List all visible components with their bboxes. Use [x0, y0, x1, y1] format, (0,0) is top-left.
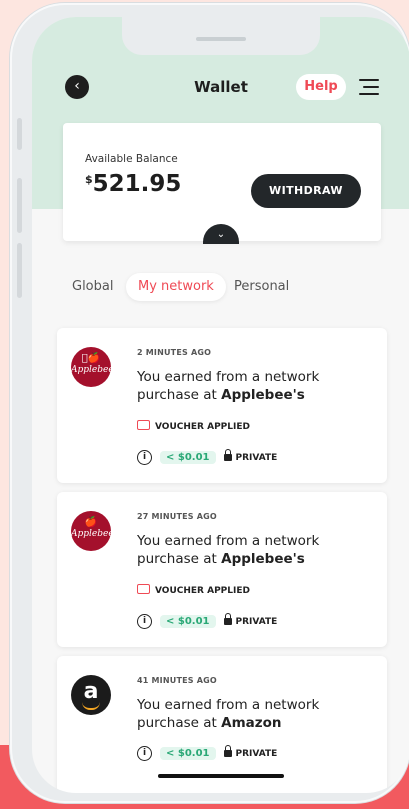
side-button: [17, 243, 22, 298]
side-button: [17, 118, 22, 150]
privacy-label: PRIVATE: [235, 748, 278, 759]
apple-icon: 🍎: [84, 517, 98, 528]
merchant-name: Amazon: [221, 715, 282, 731]
activity-time: 41 MINUTES AGO: [137, 676, 217, 685]
info-icon[interactable]: i: [137, 450, 152, 465]
privacy-label: PRIVATE: [235, 616, 278, 627]
activity-meta: i < $0.01 PRIVATE: [137, 745, 278, 764]
withdraw-button[interactable]: WITHDRAW: [251, 174, 361, 208]
activity-meta: i < $0.01 PRIVATE: [137, 449, 278, 468]
privacy-label: PRIVATE: [235, 452, 278, 463]
activity-card[interactable]: a 41 MINUTES AGO You earned from a netwo…: [57, 656, 387, 793]
help-button[interactable]: Help: [296, 74, 346, 100]
activity-message: You earned from a network purchase at Ap…: [137, 533, 320, 567]
voucher-badge: VOUCHER APPLIED: [137, 420, 250, 432]
activity-card[interactable]: 🍎Applebee's 2 MINUTES AGO You earned fr…: [57, 328, 387, 483]
merchant-name: Applebee's: [221, 551, 305, 567]
page-title: Wallet: [194, 78, 248, 96]
info-icon[interactable]: i: [137, 746, 152, 761]
tab-bar: Global My network Personal: [32, 273, 409, 303]
tab-global[interactable]: Global: [72, 273, 113, 301]
balance-amount: $521.95: [85, 171, 181, 197]
applebees-logo: 🍎Applebee's: [71, 347, 121, 387]
info-icon[interactable]: i: [137, 614, 152, 629]
chevron-down-icon: ⌄: [216, 229, 226, 240]
lock-icon: [223, 449, 232, 461]
applebees-logo: 🍎 Applebee's: [71, 511, 121, 551]
activity-message: You earned from a network purchase at Ap…: [137, 369, 320, 403]
earned-amount: < $0.01: [160, 747, 216, 760]
activity-time: 2 MINUTES AGO: [137, 348, 212, 357]
apple-icon: 🍎: [82, 353, 100, 364]
activity-meta: i < $0.01 PRIVATE: [137, 613, 278, 632]
activity-message: You earned from a network purchase at Am…: [137, 697, 320, 731]
screen: ‹ Wallet Help Available Balance $521.95 …: [32, 17, 409, 793]
amazon-logo: a: [71, 675, 111, 715]
phone-frame: ‹ Wallet Help Available Balance $521.95 …: [10, 3, 409, 803]
notch: [122, 17, 320, 55]
earned-amount: < $0.01: [160, 615, 216, 628]
balance-label: Available Balance: [85, 153, 178, 165]
activity-card[interactable]: 🍎 Applebee's 27 MINUTES AGO You earned fr…: [57, 492, 387, 647]
lock-icon: [223, 613, 232, 625]
side-button: [17, 178, 22, 233]
ticket-icon: [137, 420, 150, 430]
menu-icon[interactable]: [359, 79, 379, 95]
currency-symbol: $: [85, 173, 93, 186]
ticket-icon: [137, 584, 150, 594]
tab-my-network[interactable]: My network: [126, 273, 226, 301]
merchant-name: Applebee's: [221, 387, 305, 403]
tab-personal[interactable]: Personal: [234, 273, 289, 301]
voucher-badge: VOUCHER APPLIED: [137, 584, 250, 596]
activity-time: 27 MINUTES AGO: [137, 512, 217, 521]
home-indicator[interactable]: [158, 774, 284, 778]
balance-value: 521.95: [92, 171, 182, 197]
lock-icon: [223, 745, 232, 757]
earned-amount: < $0.01: [160, 451, 216, 464]
